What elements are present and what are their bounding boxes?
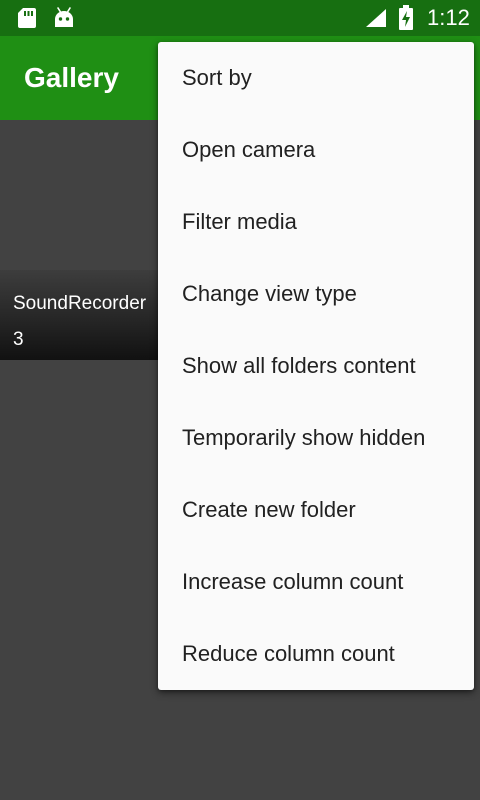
folder-tile[interactable]: SoundRecorder 3 bbox=[0, 270, 172, 360]
battery-charging-icon bbox=[399, 5, 413, 30]
menu-item-filter-media[interactable]: Filter media bbox=[158, 186, 474, 258]
menu-item-show-all-folders-content[interactable]: Show all folders content bbox=[158, 330, 474, 402]
android-icon bbox=[55, 7, 73, 27]
status-bar: 1:12 bbox=[0, 0, 480, 36]
menu-item-open-camera[interactable]: Open camera bbox=[158, 114, 474, 186]
menu-item-sort-by[interactable]: Sort by bbox=[158, 42, 474, 114]
menu-item-change-view-type[interactable]: Change view type bbox=[158, 258, 474, 330]
menu-item-create-new-folder[interactable]: Create new folder bbox=[158, 474, 474, 546]
app-title: Gallery bbox=[24, 62, 119, 93]
folder-name: SoundRecorder bbox=[13, 293, 147, 314]
folder-count: 3 bbox=[13, 329, 24, 350]
menu-item-reduce-column-count[interactable]: Reduce column count bbox=[158, 618, 474, 690]
status-clock: 1:12 bbox=[427, 5, 470, 30]
menu-item-increase-column-count[interactable]: Increase column count bbox=[158, 546, 474, 618]
sd-card-icon bbox=[18, 8, 36, 28]
overflow-menu: Sort by Open camera Filter media Change … bbox=[158, 42, 474, 690]
menu-item-temporarily-show-hidden[interactable]: Temporarily show hidden bbox=[158, 402, 474, 474]
screen: 1:12 Gallery SoundRecorder 3 Sort by Ope… bbox=[0, 0, 480, 800]
signal-icon bbox=[366, 9, 386, 27]
